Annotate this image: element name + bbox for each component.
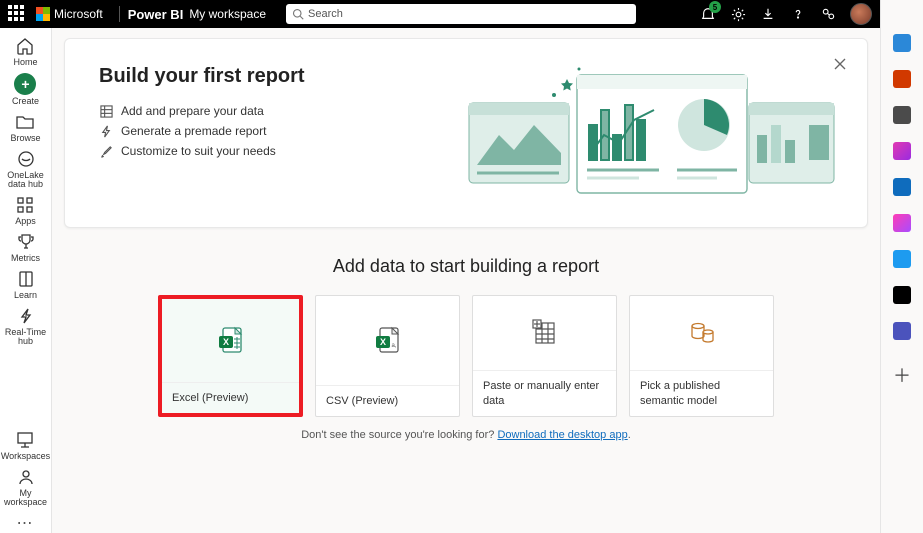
- onelake-icon: [16, 149, 36, 169]
- app-x-icon[interactable]: [893, 286, 911, 304]
- nav-browse-label: Browse: [10, 134, 40, 143]
- data-source-cards: X Excel (Preview) Xa, CSV (Preview) Past…: [64, 295, 868, 417]
- nav-home-label: Home: [13, 58, 37, 67]
- semantic-model-icon: [630, 296, 773, 370]
- realtime-icon: [16, 306, 36, 326]
- card-paste-label: Paste or manually enter data: [473, 370, 616, 416]
- nav-apps[interactable]: Apps: [15, 195, 36, 226]
- workspace-breadcrumb[interactable]: My workspace: [189, 7, 266, 21]
- nav-learn[interactable]: Learn: [14, 269, 37, 300]
- nav-create-label: Create: [12, 97, 39, 106]
- nav-workspaces[interactable]: Workspaces: [1, 430, 50, 461]
- main-content: Build your first report Add and prepare …: [52, 28, 880, 533]
- nav-learn-label: Learn: [14, 291, 37, 300]
- hero-illustration: [459, 65, 839, 205]
- svg-text:X: X: [222, 337, 228, 347]
- apps-icon: [15, 195, 35, 215]
- nav-metrics-label: Metrics: [11, 254, 40, 263]
- nav-home[interactable]: Home: [13, 36, 37, 67]
- svg-text:X: X: [379, 337, 385, 347]
- download-button[interactable]: [760, 6, 776, 22]
- hero-title: Build your first report: [99, 65, 305, 88]
- nav-my-workspace[interactable]: My workspace: [4, 467, 47, 507]
- nav-browse[interactable]: Browse: [10, 112, 40, 143]
- download-desktop-link[interactable]: Download the desktop app: [497, 429, 627, 441]
- app-send-icon[interactable]: [893, 250, 911, 268]
- workspaces-icon: [15, 430, 35, 450]
- card-excel[interactable]: X Excel (Preview): [158, 295, 303, 417]
- plus-icon: +: [14, 73, 36, 95]
- add-app-button[interactable]: ＋: [893, 362, 911, 388]
- nav-workspaces-label: Workspaces: [1, 452, 50, 461]
- app-chess-icon[interactable]: [893, 106, 911, 124]
- microsoft-logo: Microsoft: [36, 7, 103, 21]
- add-data-heading: Add data to start building a report: [64, 256, 868, 277]
- nav-onelake-label: OneLake data hub: [7, 171, 44, 189]
- settings-button[interactable]: [730, 6, 746, 22]
- card-csv[interactable]: Xa, CSV (Preview): [315, 295, 460, 417]
- search-placeholder: Search: [308, 8, 343, 20]
- nav-my-workspace-label: My workspace: [4, 489, 47, 507]
- gear-icon: [731, 7, 746, 22]
- nav-realtime[interactable]: Real-Time hub: [5, 306, 46, 346]
- hero-card: Build your first report Add and prepare …: [64, 38, 868, 228]
- card-paste[interactable]: Paste or manually enter data: [472, 295, 617, 417]
- search-icon: [292, 8, 304, 20]
- hero-bullet-2: Generate a premade report: [99, 124, 305, 138]
- nav-apps-label: Apps: [15, 217, 36, 226]
- card-semantic-label: Pick a published semantic model: [630, 370, 773, 416]
- nav-realtime-label: Real-Time hub: [5, 328, 46, 346]
- nav-overflow[interactable]: ⋯: [17, 513, 35, 533]
- left-nav-rail: Home + Create Browse OneLake data hub Ap…: [0, 28, 52, 533]
- paste-icon: [473, 296, 616, 370]
- app-teams-icon[interactable]: [893, 322, 911, 340]
- search-input[interactable]: Search: [286, 4, 636, 24]
- hero-text: Build your first report Add and prepare …: [99, 65, 305, 205]
- divider: [119, 6, 120, 22]
- my-workspace-icon: [16, 467, 36, 487]
- table-icon: [99, 104, 113, 118]
- folder-icon: [15, 112, 35, 132]
- footer-tail: .: [628, 429, 631, 441]
- user-avatar[interactable]: [850, 3, 872, 25]
- app-outlook-icon[interactable]: [893, 178, 911, 196]
- excel-icon: X: [162, 299, 299, 382]
- footer-lead: Don't see the source you're looking for?: [301, 429, 497, 441]
- help-button[interactable]: [790, 6, 806, 22]
- download-icon: [761, 7, 775, 21]
- brush-icon: [99, 144, 113, 158]
- trophy-icon: [16, 232, 36, 252]
- microsoft-label: Microsoft: [54, 7, 103, 21]
- product-name[interactable]: Power BI: [128, 7, 184, 22]
- book-icon: [16, 269, 36, 289]
- csv-icon: Xa,: [316, 296, 459, 385]
- notifications-badge: 5: [709, 1, 721, 13]
- app-copilot-icon[interactable]: [893, 142, 911, 160]
- footer-hint: Don't see the source you're looking for?…: [64, 429, 868, 441]
- lightning-icon: [99, 124, 113, 138]
- app-power-icon[interactable]: [893, 214, 911, 232]
- svg-text:a,: a,: [391, 343, 396, 349]
- right-app-bar: ＋: [880, 0, 923, 533]
- home-icon: [15, 36, 35, 56]
- nav-onelake[interactable]: OneLake data hub: [7, 149, 44, 189]
- close-icon: [833, 57, 847, 71]
- feedback-button[interactable]: [820, 6, 836, 22]
- feedback-icon: [821, 7, 836, 22]
- close-hero-button[interactable]: [833, 57, 847, 76]
- nav-metrics[interactable]: Metrics: [11, 232, 40, 263]
- app-briefcase-icon[interactable]: [893, 70, 911, 88]
- hero-bullet-3: Customize to suit your needs: [99, 144, 305, 158]
- nav-create[interactable]: + Create: [12, 73, 39, 106]
- app-tag-icon[interactable]: [893, 34, 911, 52]
- card-excel-label: Excel (Preview): [162, 382, 299, 413]
- help-icon: [791, 7, 805, 21]
- app-launcher-icon[interactable]: [8, 5, 26, 23]
- hero-bullet-1: Add and prepare your data: [99, 104, 305, 118]
- notifications-button[interactable]: 5: [700, 6, 716, 22]
- top-header: Microsoft Power BI My workspace Search 5: [0, 0, 880, 28]
- card-csv-label: CSV (Preview): [316, 385, 459, 416]
- card-semantic[interactable]: Pick a published semantic model: [629, 295, 774, 417]
